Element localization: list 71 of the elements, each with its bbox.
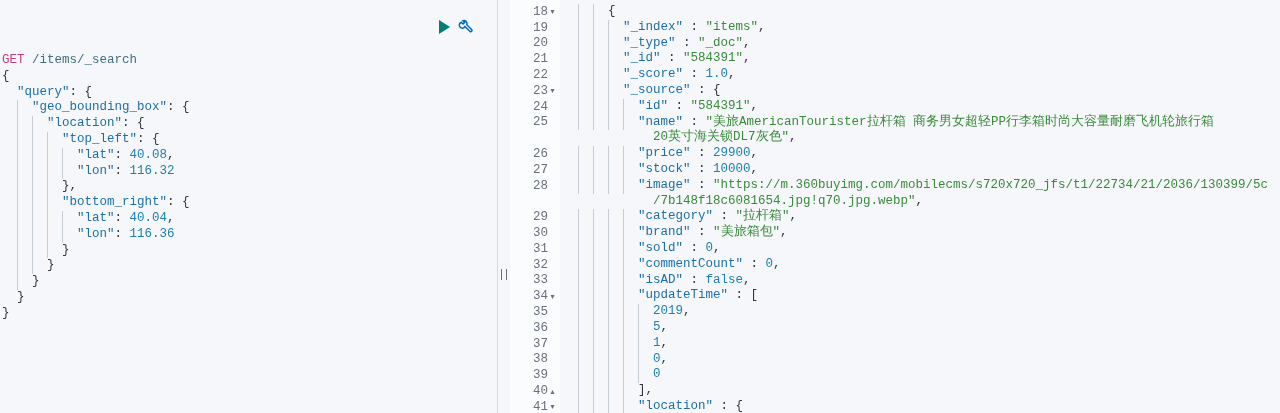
- line-number: 41: [533, 399, 548, 413]
- code-line: }: [0, 242, 497, 259]
- fold-toggle[interactable]: ▾: [548, 86, 557, 96]
- line-number: 28: [533, 178, 548, 193]
- code-line: 5,: [560, 319, 669, 336]
- code-line: "location": {: [0, 116, 497, 132]
- code-line: },: [0, 179, 497, 196]
- code-line: "_id" : "584391",: [560, 51, 751, 68]
- line-number: 38: [533, 352, 548, 367]
- code-line: "lon": 116.32: [0, 163, 497, 180]
- code-line: "lat": 40.08,: [0, 147, 497, 164]
- code-line: 0,: [560, 351, 669, 368]
- code-line: {: [560, 4, 616, 20]
- code-line: "updateTime" : [: [560, 288, 759, 305]
- code-line: "lat": 40.04,: [0, 210, 497, 227]
- code-line: "commentCount" : 0,: [560, 256, 781, 273]
- code-line: "price" : 29900,: [560, 146, 759, 162]
- line-number: 34: [533, 289, 548, 304]
- line-number: 27: [533, 162, 548, 177]
- code-line: "isAD" : false,: [560, 272, 751, 289]
- code-line: {: [1, 68, 11, 85]
- fold-toggle[interactable]: ▾: [548, 7, 557, 17]
- line-number: 32: [533, 257, 548, 272]
- code-line: "top_left": {: [0, 132, 497, 148]
- code-line: "geo_bounding_box": {: [0, 100, 497, 117]
- code-line: }: [16, 289, 26, 306]
- code-line: 20英寸海关锁DL7灰色",: [652, 130, 797, 147]
- line-number: 25: [533, 115, 548, 130]
- code-line: "id" : "584391",: [560, 98, 759, 115]
- line-number: 30: [533, 226, 548, 241]
- line-number: 18: [533, 4, 548, 19]
- fold-toggle[interactable]: ▾: [548, 291, 557, 301]
- code-line: 0: [560, 367, 661, 384]
- code-line: "stock" : 10000,: [560, 161, 759, 178]
- line-number: 26: [533, 147, 548, 162]
- line-number: 29: [533, 210, 548, 225]
- code-line: /7b148f18c6081654.jpg!q70.jpg.webp",: [652, 193, 924, 208]
- code-line: GET /items/_search: [1, 53, 139, 69]
- code-line: "_source" : {: [560, 83, 721, 99]
- code-line: 1,: [560, 335, 669, 352]
- line-number: 35: [533, 305, 548, 320]
- code-line: }: [0, 258, 497, 275]
- fold-toggle[interactable]: ▴: [548, 386, 557, 396]
- code-line: 2019,: [560, 304, 691, 320]
- line-number: 21: [533, 52, 548, 67]
- code-line: "_index" : "items",: [560, 19, 766, 36]
- resize-handle[interactable]: [501, 268, 507, 280]
- code-line: "query": {: [16, 84, 94, 101]
- code-line: }: [0, 274, 497, 290]
- code-line: "image" : "https://m.360buyimg.com/mobilecms/s720x720_jfs/t1/22734/21/2036/130399/5c: [560, 177, 1269, 194]
- line-number: 20: [533, 36, 548, 51]
- line-number: 37: [533, 336, 548, 351]
- code-line: "_score" : 1.0,: [560, 67, 736, 83]
- line-number: 31: [533, 241, 548, 256]
- code-line: "_type" : "_doc",: [560, 35, 751, 52]
- line-number: 22: [533, 68, 548, 83]
- line-number: 23: [533, 83, 548, 98]
- line-number: 40: [533, 384, 548, 398]
- line-number: 33: [533, 273, 548, 288]
- line-number: 24: [533, 99, 548, 114]
- code-line: }: [1, 305, 11, 322]
- code-line: "location" : {: [560, 398, 744, 413]
- line-number: 19: [533, 20, 548, 35]
- code-line: "bottom_right": {: [0, 195, 497, 211]
- code-line: "sold" : 0,: [560, 240, 721, 257]
- line-number: 39: [533, 368, 548, 383]
- code-line: ],: [560, 383, 653, 399]
- code-line: "brand" : "美旅箱包",: [560, 225, 788, 241]
- fold-toggle[interactable]: ▾: [548, 402, 557, 412]
- line-number: 36: [533, 320, 548, 335]
- code-line: "lon": 116.36: [0, 226, 497, 243]
